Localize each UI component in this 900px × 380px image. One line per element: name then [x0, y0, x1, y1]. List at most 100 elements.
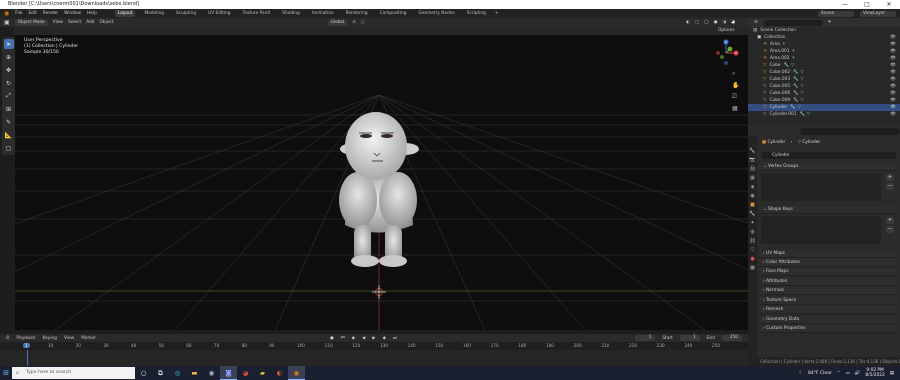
eye-icon[interactable]: 👁 [890, 55, 896, 62]
modifier-tab-icon[interactable]: 🔧 [749, 211, 755, 217]
panel-custom-properties[interactable]: › Custom Properties [759, 325, 898, 333]
task-view-icon[interactable]: ⧉ [152, 366, 169, 380]
weather-icon[interactable]: ☾ [799, 371, 803, 376]
eye-icon[interactable]: 👁 [890, 111, 896, 118]
tab-animation[interactable]: Animation [309, 10, 337, 17]
shading-solid-icon[interactable]: ● [714, 20, 718, 25]
scale-tool-icon[interactable]: ⤢ [4, 91, 14, 101]
windows-start-icon[interactable]: ⊞ [0, 366, 12, 380]
transform-orientation[interactable]: Global [327, 19, 348, 26]
outliner-item[interactable]: ▽ Cube.009 🔧 ▽ 👁 [748, 97, 900, 104]
shape-keys-list[interactable] [761, 216, 881, 244]
outliner-item[interactable]: ▽ Cube 🔧 ▽ 👁 [748, 62, 900, 69]
physics-tab-icon[interactable]: ◍ [750, 229, 754, 235]
play-icon[interactable]: ▶ [372, 336, 375, 341]
outliner-item[interactable]: ☀ Area.002 ☀ 👁 [748, 55, 900, 62]
eye-icon[interactable]: 👁 [890, 90, 896, 97]
menu-select[interactable]: Select [68, 20, 81, 25]
steam-icon[interactable]: ◉ [203, 366, 220, 380]
menu-marker[interactable]: Marker [81, 336, 96, 341]
eye-icon[interactable]: 👁 [890, 97, 896, 104]
cursor-tool-icon[interactable]: ⊕ [4, 52, 14, 62]
outliner-item[interactable]: ☀ Area.001 ☀ 👁 [748, 48, 900, 55]
outliner-item[interactable]: ▽ Cube.003 🔧 ▽ 👁 [748, 76, 900, 83]
outliner-scene-collection[interactable]: ▤ Scene Collection [748, 27, 900, 34]
tray-chevron-icon[interactable]: ⌃ [837, 371, 841, 376]
outliner-collection[interactable]: ▣ Collection 👁 [748, 34, 900, 41]
chrome-icon[interactable]: ◕ [237, 366, 254, 380]
tab-geometry-nodes[interactable]: Geometry Nodes [416, 10, 458, 17]
outliner-search-field[interactable] [762, 19, 823, 26]
data-tab-icon[interactable]: ▽ [751, 247, 755, 253]
perspective-toggle-icon[interactable]: ▦ [732, 105, 739, 112]
panel-attributes[interactable]: › Attributes [759, 278, 898, 286]
transform-tool-icon[interactable]: ⊞ [4, 104, 14, 114]
add-vertex-group-button[interactable]: + [886, 174, 894, 181]
outliner-editor-icon[interactable]: ☰ [754, 20, 758, 25]
outliner-item[interactable]: ▽ Cylinder 🔧 ▽ 👁 [748, 104, 900, 111]
panel-remesh[interactable]: › Remesh [759, 306, 898, 314]
menu-keying[interactable]: Keying [43, 336, 57, 341]
clock[interactable]: 9:02 PM 8/5/2022 [865, 368, 884, 378]
render-tab-icon[interactable]: 📷 [749, 157, 755, 163]
shading-material-icon[interactable]: ◑ [723, 20, 727, 25]
filter-icon[interactable]: ⏷ [828, 20, 831, 25]
vertex-groups-list[interactable] [761, 173, 881, 201]
minimize-button[interactable]: — [834, 0, 856, 9]
pan-hand-icon[interactable]: ✋ [732, 82, 739, 89]
eye-icon[interactable]: 👁 [890, 83, 896, 90]
mode-selector[interactable]: Object Mode [14, 19, 48, 26]
3d-viewport[interactable] [15, 35, 748, 330]
view-layer-selector[interactable]: ViewLayer [860, 10, 896, 17]
navigation-gizmo[interactable]: Z X [716, 38, 746, 66]
eye-icon[interactable]: 👁 [890, 76, 896, 83]
add-shape-key-button[interactable]: + [886, 217, 894, 224]
remove-vertex-group-button[interactable]: − [886, 183, 894, 190]
tab-modeling[interactable]: Modeling [141, 10, 167, 17]
eye-icon[interactable]: 👁 [890, 104, 896, 111]
xray-icon[interactable]: ▢ [695, 20, 699, 25]
end-frame-field[interactable]: 250 [722, 335, 742, 341]
particles-tab-icon[interactable]: ✦ [750, 220, 754, 226]
file-explorer-icon[interactable]: ▬ [186, 366, 203, 380]
prev-key-icon[interactable]: ◆ [352, 336, 355, 341]
proportional-edit-icon[interactable]: ○ [361, 20, 365, 25]
panel-geometry-data[interactable]: › Geometry Data [759, 316, 898, 324]
output-tab-icon[interactable]: 🖨 [749, 166, 755, 172]
measure-tool-icon[interactable]: 📐 [4, 130, 14, 140]
menu-edit[interactable]: Edit [28, 11, 36, 16]
panel-vertex-groups[interactable]: ⌄ Vertex Groups [759, 163, 898, 171]
menu-object[interactable]: Object [100, 20, 114, 25]
add-cube-tool-icon[interactable]: ▢ [4, 143, 14, 153]
tab-rendering[interactable]: Rendering [343, 10, 371, 17]
eye-icon[interactable]: 👁 [890, 69, 896, 76]
camera-view-icon[interactable]: ⎚ [732, 93, 739, 101]
add-workspace-icon[interactable]: + [495, 11, 499, 16]
blender-logo-icon[interactable]: ◉ [4, 10, 9, 17]
menu-playback[interactable]: Playback [16, 336, 35, 341]
options-dropdown[interactable]: Options [718, 28, 735, 33]
media-player-icon[interactable]: ◐ [271, 366, 288, 380]
remove-shape-key-button[interactable]: − [886, 226, 894, 233]
constraints-tab-icon[interactable]: ⛓ [749, 238, 755, 244]
shading-wireframe-icon[interactable]: ◯ [704, 20, 709, 25]
panel-texture-space[interactable]: › Texture Space [759, 297, 898, 305]
jump-end-icon[interactable]: ⏭ [393, 336, 397, 341]
eye-icon[interactable]: 👁 [890, 62, 896, 69]
world-tab-icon[interactable]: ◉ [750, 193, 754, 199]
outliner-item[interactable]: ☀ Area ☀ 👁 [748, 41, 900, 48]
overlay-icon[interactable]: ◐ [686, 20, 690, 25]
eye-icon[interactable]: 👁 [890, 41, 896, 48]
auto-key-icon[interactable]: ● [330, 336, 334, 341]
menu-view[interactable]: View [53, 20, 63, 25]
network-icon[interactable]: ▭ [846, 371, 850, 376]
menu-add[interactable]: Add [86, 20, 94, 25]
volume-icon[interactable]: 🔊 [855, 371, 861, 376]
blender-taskbar-icon[interactable]: ◉ [288, 366, 305, 380]
tab-shading[interactable]: Shading [279, 10, 302, 17]
editor-type-icon[interactable]: ▣ [4, 19, 10, 26]
timeline-ruler[interactable]: 1 10 20 30 40 50 60 70 80 90 100 110 120 130 140 150 160… [0, 342, 748, 350]
scene-tab-icon[interactable]: ◈ [751, 184, 755, 190]
menu-help[interactable]: Help [87, 11, 97, 16]
outliner-item[interactable]: ▽ Cube.006 🔧 ▽ 👁 [748, 90, 900, 97]
